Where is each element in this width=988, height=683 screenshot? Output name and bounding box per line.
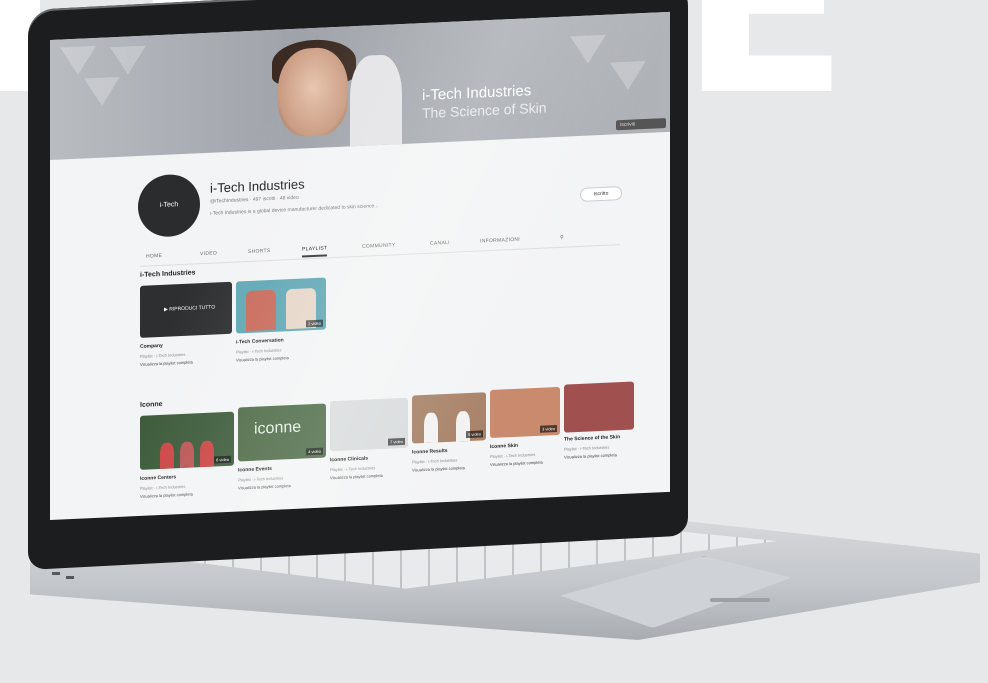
playlist-subtitle: Playlist · i-Tech Industries <box>140 483 186 491</box>
playlist-link[interactable]: Visualizza la playlist completa <box>140 360 193 367</box>
video-count: 5 video <box>466 430 483 439</box>
playlist-subtitle: Playlist · i-Tech Industries <box>490 451 536 460</box>
playlist-title[interactable]: Company <box>140 343 163 350</box>
tab-shorts[interactable]: SHORTS <box>248 248 271 255</box>
playlist-thumbnail[interactable]: iconne 4 video <box>238 403 326 462</box>
playlist-thumbnail[interactable]: 2 video <box>236 277 326 334</box>
playlist-link[interactable]: Visualizza la playlist completa <box>564 452 617 459</box>
subscribe-button[interactable]: Iscritto <box>580 186 622 202</box>
playlist-title[interactable]: i-Tech Conversation <box>236 337 284 345</box>
video-count: 2 video <box>306 319 323 328</box>
tab-community[interactable]: COMMUNITY <box>362 242 396 250</box>
playlist-title[interactable]: Iconne Clinicals <box>330 456 368 464</box>
banner-link-button[interactable]: Iscriviti <box>616 118 666 131</box>
channel-avatar[interactable]: i-Tech <box>138 173 200 239</box>
video-count: 7 video <box>388 437 405 446</box>
channel-description[interactable]: i-Tech Industries is a global device man… <box>210 203 378 217</box>
playlist-title[interactable]: Iconne Centers <box>140 474 176 482</box>
triangle-pattern <box>84 76 120 107</box>
playlist-title[interactable]: Iconne Events <box>238 466 272 474</box>
playlist-link[interactable]: Visualizza la playlist completa <box>236 355 289 362</box>
laptop-screen: i-Tech Industries The Science of Skin Is… <box>50 11 670 520</box>
playlist-subtitle: Playlist · i-Tech Industries <box>238 475 284 483</box>
triangle-pattern <box>610 60 646 91</box>
playlist-thumbnail[interactable]: ▶ RIPRODUCI TUTTO <box>140 281 232 338</box>
thumbnail-figure <box>160 442 174 470</box>
channel-tabs: HOME VIDEO SHORTS PLAYLIST COMMUNITY CAN… <box>140 228 620 267</box>
playlist-link[interactable]: Visualizza la playlist completa <box>238 483 291 490</box>
thumbnail-figure <box>200 440 214 468</box>
video-count: 3 video <box>540 424 557 433</box>
tab-video[interactable]: VIDEO <box>200 250 217 257</box>
playlist-title[interactable]: The Science of the Skin <box>564 434 620 443</box>
playlist-thumbnail[interactable]: 6 video <box>140 411 234 470</box>
playlist-thumbnail[interactable]: 7 video <box>330 397 408 452</box>
playlist-subtitle: Playlist · i-Tech Industries <box>140 351 186 359</box>
banner-model <box>278 46 348 138</box>
playlist-subtitle: Playlist · i-Tech Industries <box>412 457 458 465</box>
triangle-pattern <box>60 45 96 76</box>
playlist-link[interactable]: Visualizza la playlist completa <box>490 460 543 467</box>
playlist-title[interactable]: Iconne Results <box>412 448 448 456</box>
play-all-text: RIPRODUCI TUTTO <box>169 304 216 313</box>
playlist-thumbnail[interactable] <box>564 381 634 433</box>
banner-model-arm <box>350 54 402 157</box>
tab-canali[interactable]: CANALI <box>430 240 450 247</box>
playlist-subtitle: Playlist · i-Tech Industries <box>330 465 376 473</box>
play-all-label: ▶ RIPRODUCI TUTTO <box>164 304 216 313</box>
video-count: 6 video <box>214 455 231 464</box>
thumbnail-person <box>246 289 276 332</box>
playlist-link[interactable]: Visualizza la playlist completa <box>412 465 465 472</box>
triangle-pattern <box>570 34 606 65</box>
triangle-pattern <box>110 45 146 76</box>
iconne-logo: iconne <box>254 418 302 438</box>
section-title: Iconne <box>140 400 163 409</box>
usb-port <box>66 576 74 579</box>
playlist-title[interactable]: Iconne Skin <box>490 443 518 450</box>
playlist-thumbnail[interactable]: 3 video <box>490 386 560 439</box>
video-count: 4 video <box>306 447 323 456</box>
lid-notch <box>710 598 770 602</box>
playlist-subtitle: Playlist · i-Tech Industries <box>564 444 610 452</box>
playlist-link[interactable]: Visualizza la playlist completa <box>140 492 193 499</box>
tab-informazioni[interactable]: INFORMAZIONI <box>480 237 520 245</box>
search-icon[interactable]: ⚲ <box>560 235 564 241</box>
tab-home[interactable]: HOME <box>146 253 162 260</box>
playlist-subtitle: Playlist · i-Tech Industries <box>236 347 282 355</box>
tab-playlist[interactable]: PLAYLIST <box>302 245 328 258</box>
playlist-thumbnail[interactable]: 5 video <box>412 392 486 444</box>
channel-name: i-Tech Industries <box>210 176 305 196</box>
thumbnail-figure <box>424 412 438 444</box>
usb-port <box>52 572 60 575</box>
channel-meta: @iTechIndustries · 497 iscritti · 48 vid… <box>210 194 299 205</box>
playlist-link[interactable]: Visualizza la playlist completa <box>330 473 383 480</box>
section-title: i-Tech Industries <box>140 269 196 279</box>
thumbnail-figure <box>180 441 194 469</box>
